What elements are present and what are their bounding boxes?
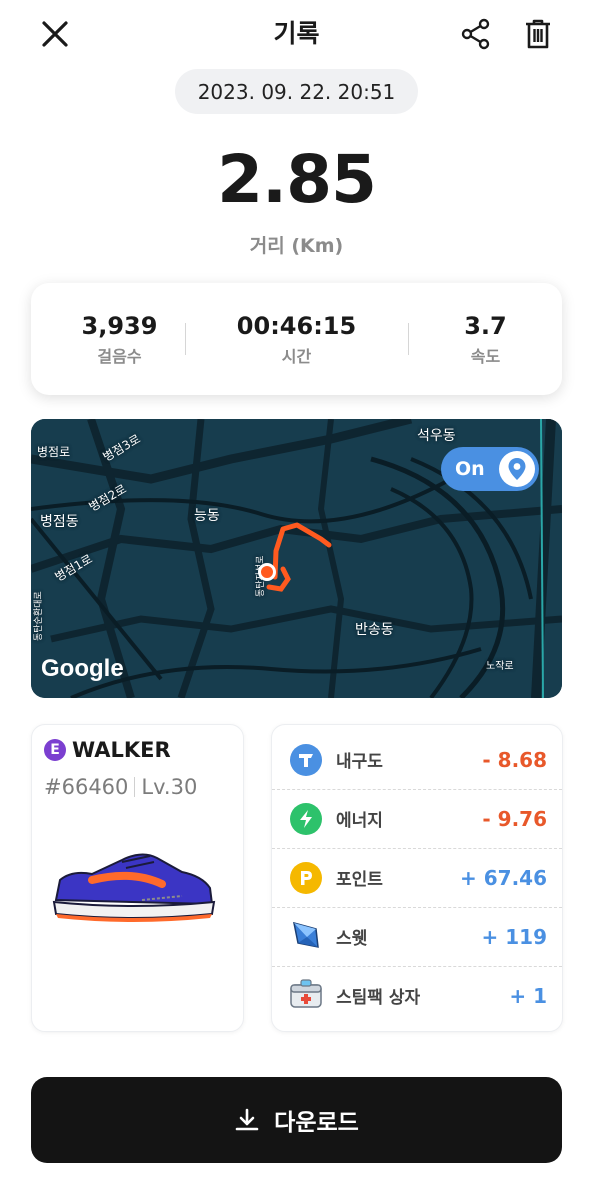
download-button[interactable]: 다운로드 [31,1077,562,1163]
reward-row-steampack-box: 스팀팩 상자 + 1 [272,966,562,1025]
shoe-id: #66460 [44,775,129,799]
location-pin-icon [499,451,535,487]
date-pill: 2023. 09. 22. 20:51 [175,69,418,114]
reward-label: 에너지 [336,811,383,831]
route-start-marker [258,563,276,581]
time-value: 00:46:15 [236,312,357,340]
trash-icon [526,19,550,49]
download-icon [235,1108,259,1131]
time-label: 시간 [281,347,312,366]
page-title: 기록 [273,19,320,48]
stats-card: 3,939 걸음수 00:46:15 시간 3.7 속도 [31,283,562,395]
shoe-meta: #66460 Lv.30 [44,773,197,801]
stat-time: 00:46:15 시간 [208,311,385,367]
point-icon [290,861,322,894]
distance-label: 거리 (Km) [249,235,344,257]
shoe-name: WALKER [72,738,171,762]
speed-label: 속도 [470,347,501,366]
reward-label: 스웻 [336,929,368,949]
reward-row-sweat: 스웻 + 119 [272,907,562,966]
reward-value: + 67.46 [460,865,547,890]
map-label: 병점로 [37,445,71,459]
steps-value: 3,939 [81,312,158,340]
map-label: 반송동 [355,622,394,638]
map-label: 노작로 [486,661,514,672]
reward-value: - 8.68 [482,747,547,772]
delete-button[interactable] [516,12,560,56]
toggle-label: On [455,458,485,480]
reward-row-point: 포인트 + 67.46 [272,848,562,907]
reward-row-energy: 에너지 - 9.76 [272,789,562,848]
rewards-card: 내구도 - 8.68 에너지 - 9.76 포인트 + 67.46 스웻 + 1… [271,724,563,1032]
map-label: 석우동 [417,428,456,444]
shoe-meta-divider [134,777,136,797]
map-label: 병점동 [40,514,79,530]
google-attribution: Google [41,655,124,682]
shoe-card[interactable]: E WALKER #66460 Lv.30 [31,724,244,1032]
map-label: 동탄순환대로 [34,591,44,641]
reward-label: 포인트 [336,870,383,890]
distance-value: 2.85 [217,141,377,218]
map-label: 능동 [194,508,220,524]
share-button[interactable] [454,12,498,56]
reward-value: - 9.76 [482,806,547,831]
reward-value: + 1 [509,983,547,1008]
share-icon [461,18,490,50]
reward-row-durability: 내구도 - 8.68 [272,730,562,789]
sweat-icon [290,919,322,955]
download-label: 다운로드 [274,1110,359,1136]
durability-icon [290,743,322,776]
steps-label: 걸음수 [97,347,142,366]
stat-divider [185,323,186,355]
route-map[interactable]: 석우동 병점로 병점3로 병점2로 병점동 병점1로 능동 반송동 노작로 동탄… [31,419,562,698]
shoe-level: Lv.30 [141,775,198,799]
reward-label: 내구도 [336,752,383,772]
steampack-box-icon [288,977,324,1015]
location-toggle[interactable]: On [441,447,539,491]
stat-speed: 3.7 속도 [397,311,574,367]
energy-icon [290,802,322,835]
reward-label: 스팀팩 상자 [336,988,421,1008]
shoe-rarity-badge: E [44,739,66,761]
speed-value: 3.7 [464,312,507,340]
sneaker-icon [52,853,216,922]
reward-value: + 119 [481,924,547,949]
stat-steps: 3,939 걸음수 [31,311,208,367]
